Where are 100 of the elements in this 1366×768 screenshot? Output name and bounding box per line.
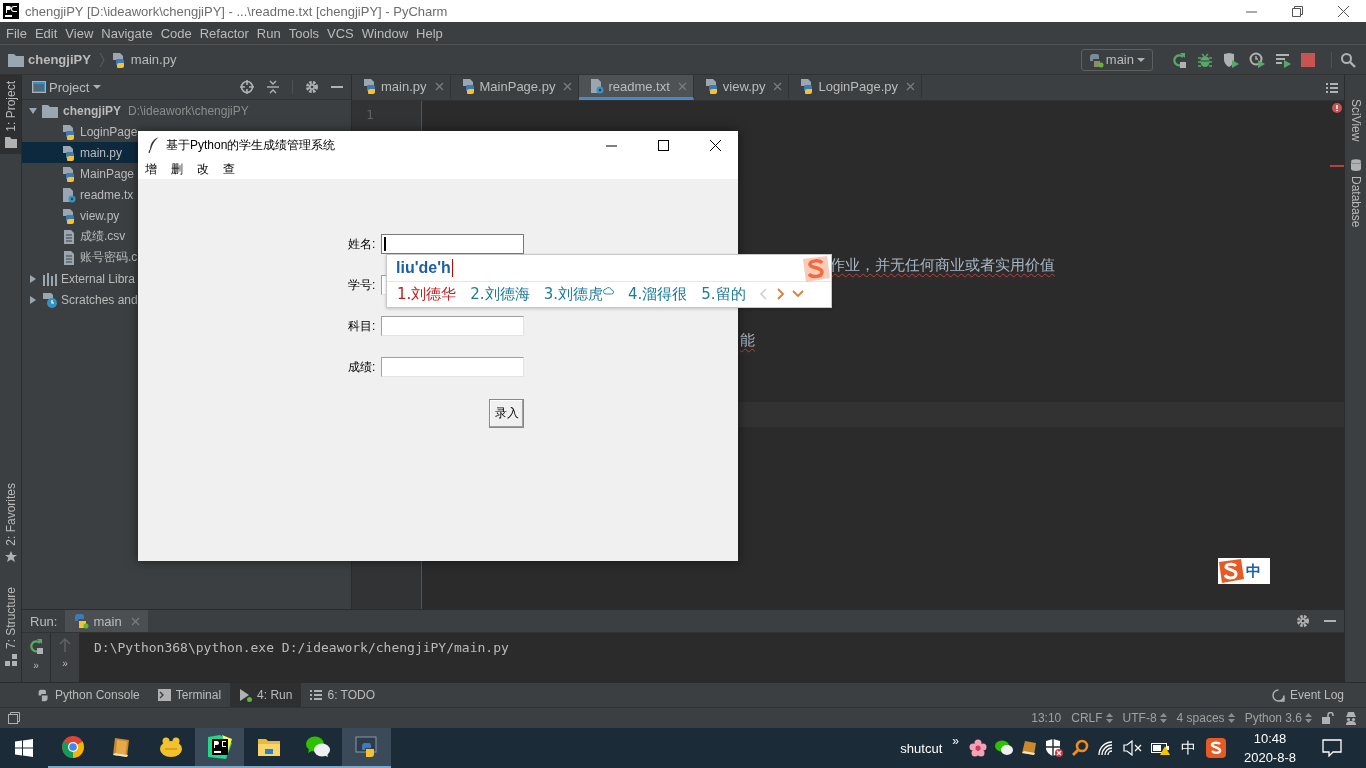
maximize-icon[interactable] (657, 139, 669, 151)
menu-item[interactable]: Run (252, 25, 285, 41)
run-config-dropdown[interactable]: main (1080, 48, 1153, 71)
input-field[interactable] (381, 316, 525, 336)
ime-status-bar[interactable]: 中 (1218, 558, 1270, 584)
more-button[interactable]: » (33, 660, 39, 672)
breadcrumb-item[interactable]: main.py (130, 52, 177, 67)
tree-item[interactable]: 成绩.csv (80, 228, 126, 245)
candidate-item[interactable]: 1.刘德华 (397, 284, 457, 304)
locate-icon[interactable] (240, 80, 254, 94)
menu-item[interactable]: File (2, 25, 31, 41)
structure-tool-tab[interactable]: 7: Structure (0, 580, 21, 672)
ime-logo-icon[interactable] (1205, 738, 1226, 758)
status-item[interactable]: CRLF (1071, 711, 1103, 725)
settings-icon[interactable] (292, 80, 319, 94)
notification-icon[interactable] (1322, 739, 1342, 757)
input-field[interactable] (381, 357, 525, 377)
project-view-dropdown[interactable]: Project (32, 79, 103, 95)
stop-icon[interactable] (1301, 52, 1315, 67)
tree-item[interactable]: chengjiPY (63, 103, 121, 118)
menu-item[interactable]: Refactor (195, 25, 253, 41)
status-item[interactable]: UTF-8 (1122, 711, 1157, 725)
candidate-item[interactable]: 3.刘德虎 (543, 284, 614, 304)
tool-window-button[interactable]: 4: Run (230, 683, 302, 707)
editor-tab[interactable]: main.py (352, 75, 451, 100)
toolbar-label[interactable]: shutcut (900, 740, 943, 756)
up-down-icon[interactable] (1159, 713, 1167, 723)
candidate-item[interactable]: 2.刘德海 (470, 284, 530, 304)
menu-item[interactable]: 改 (196, 160, 210, 178)
expand-arrow-icon[interactable] (27, 105, 39, 116)
tool-window-button[interactable]: Python Console (28, 683, 149, 707)
clock-run-icon[interactable] (1249, 51, 1265, 68)
tree-item[interactable]: view.py (80, 208, 120, 223)
flower-icon[interactable] (968, 739, 987, 757)
sciview-tool-tab[interactable]: SciView (1345, 93, 1366, 148)
status-item[interactable]: 13:10 (1031, 711, 1062, 725)
tree-item[interactable]: readme.tx (80, 187, 134, 202)
editor-tab[interactable]: LoginPage.py (789, 75, 922, 100)
shield-run-icon[interactable] (1223, 51, 1239, 68)
candidate-item[interactable]: 5.留的 (701, 284, 746, 304)
status-item[interactable]: Python 3.6 (1244, 711, 1302, 725)
tree-item[interactable]: main.py (80, 145, 123, 160)
expand-icon[interactable] (791, 290, 804, 299)
up-down-icon[interactable] (1305, 713, 1312, 723)
menu-item[interactable]: View (61, 25, 98, 41)
menu-item[interactable]: 查 (222, 160, 236, 178)
menu-item[interactable]: 删 (170, 160, 184, 178)
breadcrumb-item[interactable]: chengjiPY (28, 52, 91, 67)
chat-icon[interactable] (994, 740, 1013, 756)
project-tool-tab[interactable]: 1: Project (0, 75, 21, 154)
up-down-icon[interactable] (1105, 713, 1113, 723)
close-icon[interactable] (709, 139, 721, 151)
tool-window-button[interactable]: 6: TODO (301, 683, 385, 707)
taskbar-button[interactable] (342, 728, 391, 768)
menu-item[interactable]: Edit (30, 25, 62, 41)
clock-time[interactable]: 10:48 (1253, 729, 1287, 748)
list-run-icon[interactable] (1275, 51, 1291, 68)
editor-tab[interactable]: view.py (693, 75, 790, 100)
battery-warning-icon[interactable] (1150, 740, 1171, 756)
rerun-icon[interactable] (1171, 51, 1187, 68)
next-page-icon[interactable] (775, 288, 784, 301)
tree-item[interactable]: External Libra (61, 271, 136, 286)
shield-icon[interactable] (1044, 739, 1063, 757)
menu-item[interactable]: Help (412, 25, 447, 41)
menu-item[interactable]: Code (156, 25, 196, 41)
panel-toggle-icon[interactable] (8, 712, 20, 724)
clock-date[interactable]: 2020-8-8 (1243, 748, 1296, 767)
more-button[interactable]: » (62, 658, 68, 670)
bug-icon[interactable] (1197, 51, 1213, 68)
collapse-icon[interactable] (266, 80, 280, 94)
input-mode-indicator[interactable]: 中 (1180, 738, 1196, 758)
tree-item[interactable]: LoginPage (80, 124, 138, 139)
favorites-tool-tab[interactable]: 2: Favorites (0, 477, 21, 569)
menu-item[interactable]: VCS (323, 25, 358, 41)
menu-item[interactable]: Navigate (97, 25, 157, 41)
tree-item[interactable]: 账号密码.c (80, 249, 138, 266)
inspector-icon[interactable] (1344, 711, 1358, 725)
up-down-icon[interactable] (1227, 713, 1235, 723)
menu-item[interactable]: 增 (144, 160, 158, 178)
overflow-button[interactable]: » (952, 734, 959, 748)
search-icon[interactable] (1331, 51, 1356, 68)
start-icon[interactable] (15, 739, 33, 757)
run-tab[interactable]: main (65, 610, 148, 632)
candidate-item[interactable]: 4.溜得很 (627, 284, 688, 304)
editor-tab[interactable]: readme.txt (579, 75, 694, 100)
book-icon[interactable] (1020, 740, 1037, 756)
rerun-icon[interactable] (28, 638, 44, 654)
tree-item[interactable]: MainPage (80, 166, 135, 181)
settings-icon[interactable] (1296, 614, 1310, 628)
menu-item[interactable]: Window (357, 25, 413, 41)
tree-item[interactable]: Scratches and (61, 292, 138, 307)
tool-window-button[interactable]: Terminal (148, 683, 231, 707)
database-tool-tab[interactable]: Database (1345, 153, 1366, 234)
magnifier-icon[interactable] (1070, 739, 1089, 757)
restore-icon[interactable] (1291, 5, 1303, 17)
submit-button[interactable]: 录入 (489, 399, 525, 428)
status-item[interactable]: 4 spaces (1176, 711, 1225, 725)
wifi-icon[interactable] (1096, 740, 1115, 756)
input-field[interactable] (381, 234, 525, 254)
close-icon[interactable] (1337, 5, 1349, 17)
